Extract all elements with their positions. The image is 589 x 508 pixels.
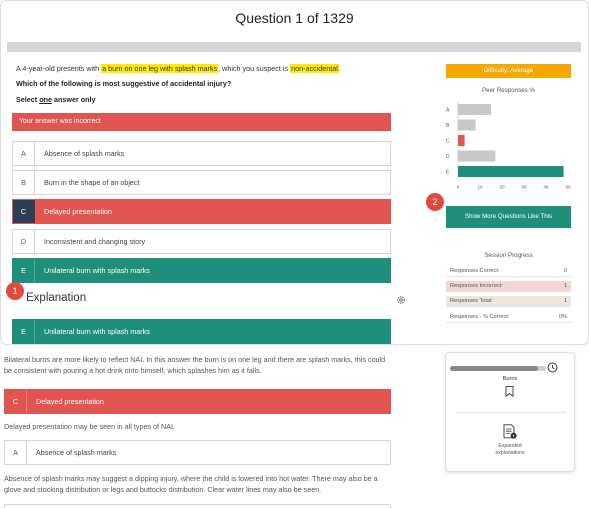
peer-responses-title: Peer Responses % (482, 87, 535, 94)
chart-category-label: C (446, 139, 450, 145)
explanation-option-next (4, 504, 391, 508)
chart-x-tick: 0 (457, 185, 460, 190)
chart-x-tick: 30 (521, 185, 527, 190)
option-b[interactable]: B Burn in the shape of an object (12, 170, 391, 195)
chart-bar-b (458, 119, 476, 131)
chart-bar-d (458, 150, 496, 162)
session-row-correct: Responses Correct: 0 (446, 266, 571, 277)
session-row-incorrect: Responses Incorrect: 1 (446, 281, 571, 292)
chart-bar-a (458, 104, 491, 115)
highlight-2: non-accidental (290, 64, 339, 73)
explanation-option-c: C Delayed presentation (4, 389, 391, 414)
bookmark-icon[interactable] (505, 386, 514, 397)
session-row-percent: Responses - % Correct: 0% (446, 312, 571, 323)
session-progress-title: Session Progress (484, 252, 533, 259)
chart-category-label: D (446, 154, 450, 160)
highlight-1: a burn on one leg with splash marks (101, 64, 219, 73)
incorrect-banner: Your answer was incorrect (12, 113, 391, 131)
topic-label: Burns (502, 376, 518, 382)
option-a[interactable]: A Absence of splash marks (12, 141, 391, 166)
topic-progress-bar (450, 366, 546, 371)
annotation-badge-2: 2 (426, 193, 444, 211)
explanation-correct-option: E Unilateral burn with splash marks (12, 319, 391, 344)
chart-category-label: A (446, 108, 450, 114)
expanded-explanations-label: Expanded explanations (495, 443, 525, 456)
chart-x-tick: 40 (543, 185, 549, 190)
annotation-badge-1: 1 (6, 282, 24, 300)
question-progress-band (7, 42, 581, 52)
session-row-total: Responses Total: 1 (446, 296, 571, 307)
chart-bar-c (458, 135, 465, 146)
chart-category-label: B (446, 123, 450, 129)
chart-bar-e (458, 166, 564, 177)
question-stem: A 4-year-old presents with a burn on one… (16, 64, 341, 73)
difficulty-badge: Difficulty: Average (446, 64, 571, 78)
explanation-option-a: A Absence of splash marks (4, 440, 391, 465)
side-card-divider (456, 412, 566, 413)
explanation-text-c: Delayed presentation may be seen in all … (4, 422, 175, 431)
select-instruction: Select one answer only (16, 95, 96, 104)
question-prompt: Which of the following is most suggestiv… (16, 79, 232, 88)
topic-progress-fill (450, 366, 539, 371)
chart-x-tick: 20 (499, 185, 505, 190)
settings-gear-icon[interactable] (396, 295, 406, 305)
show-more-button[interactable]: Show More Questions Like This (446, 206, 571, 228)
explanation-text-e: Bilateral burns are more likely to refle… (4, 355, 386, 375)
option-c-selected[interactable]: C Delayed presentation (12, 199, 391, 224)
chart-x-tick: 50 (565, 185, 571, 190)
chart-x-tick: 10 (477, 185, 483, 190)
option-e-correct[interactable]: E Unilateral burn with splash marks (12, 258, 391, 283)
peer-responses-chart: A B C D E 0 10 20 30 40 50 (446, 102, 571, 190)
chart-category-label: E (446, 170, 450, 176)
explanation-text-a: Absence of splash marks may suggest a di… (4, 474, 378, 494)
expanded-explanations-icon[interactable] (503, 424, 517, 439)
explanation-title: Explanation (26, 292, 87, 304)
option-d[interactable]: D Inconsistent and changing story (12, 229, 391, 254)
clock-icon (547, 362, 558, 373)
question-title: Question 1 of 1329 (235, 10, 354, 26)
